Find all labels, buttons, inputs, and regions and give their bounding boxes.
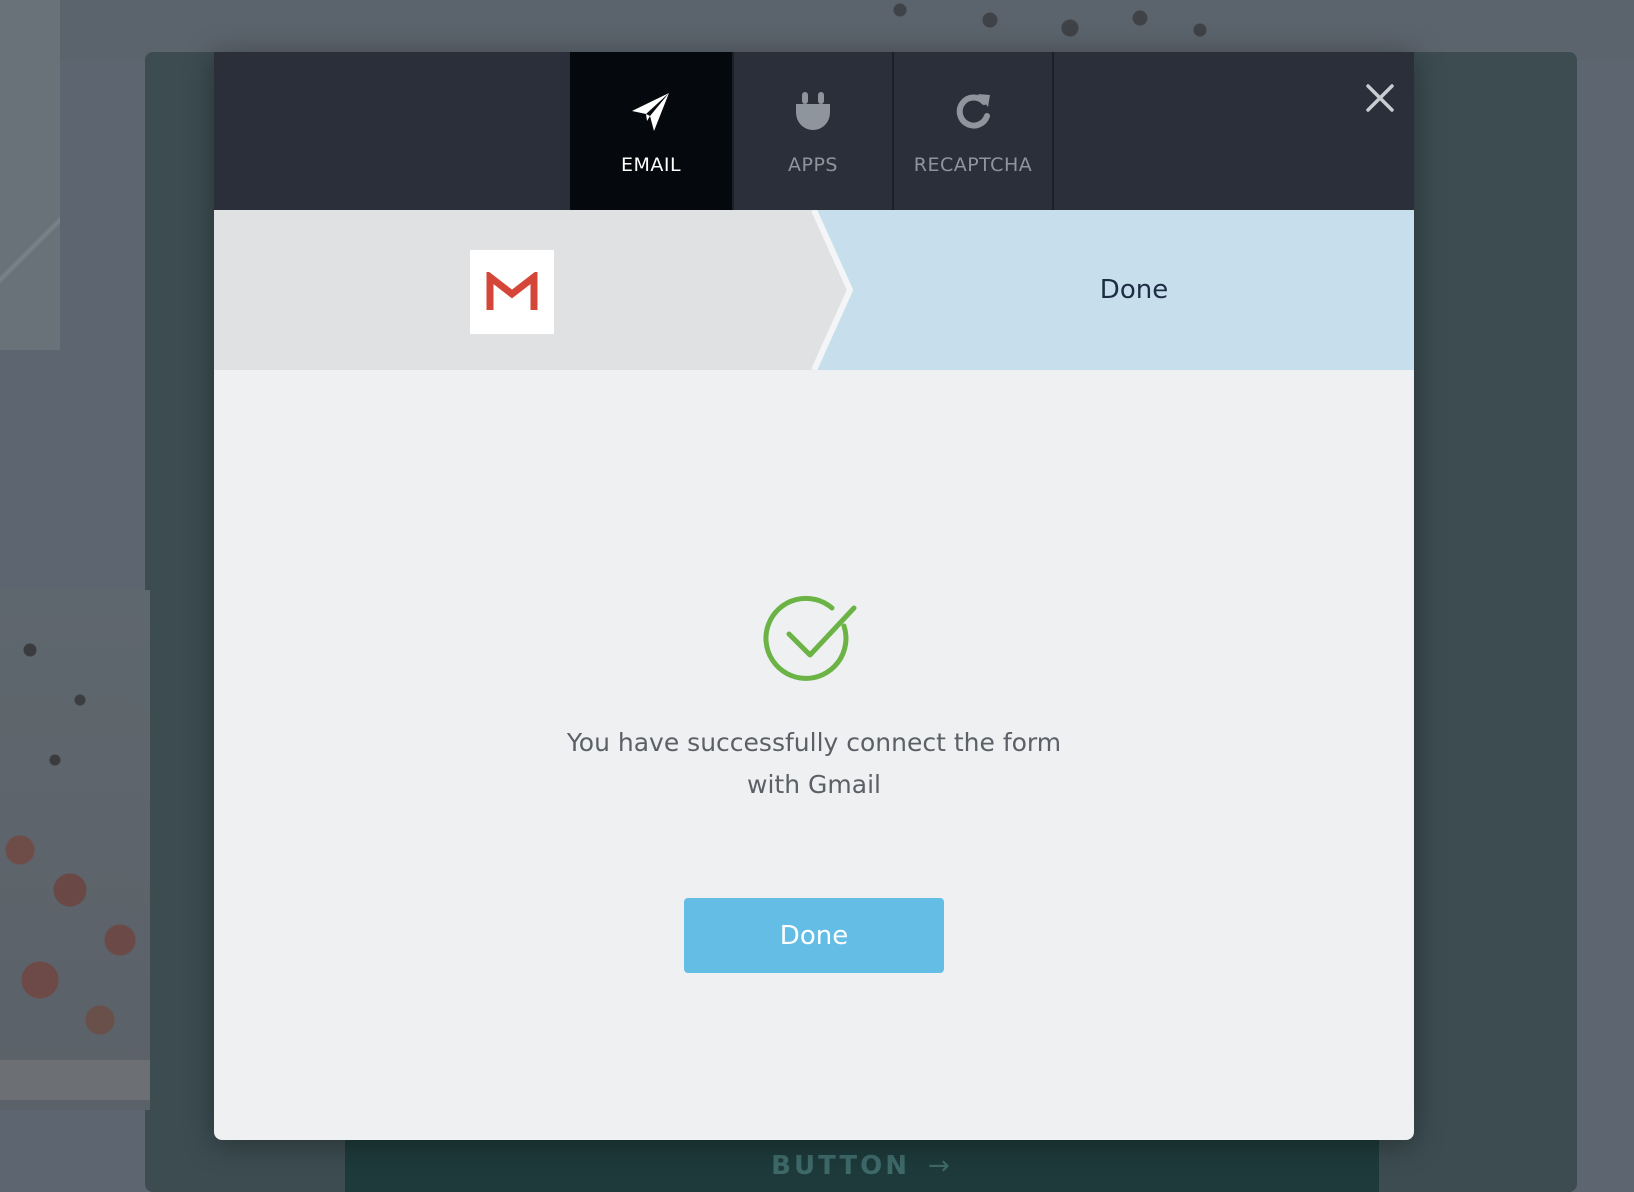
- tab-apps-label: APPS: [788, 154, 838, 176]
- plug-icon: [789, 88, 837, 136]
- background-header: [0, 0, 1634, 60]
- success-message: You have successfully connect the form w…: [566, 728, 1062, 799]
- background-button: BUTTON →: [345, 1140, 1379, 1192]
- success-panel: You have successfully connect the form w…: [214, 370, 1414, 1140]
- background-image-detail: [0, 150, 60, 350]
- tab-apps[interactable]: APPS: [734, 52, 894, 210]
- tab-recaptcha-label: RECAPTCHA: [913, 154, 1033, 176]
- modal-tab-bar: EMAIL APPS RECAPTCHA: [214, 52, 1414, 210]
- background-flower-image: [0, 590, 150, 1110]
- email-settings-modal: EMAIL APPS RECAPTCHA Done You have succe…: [214, 52, 1414, 1140]
- tab-email-label: EMAIL: [620, 154, 682, 176]
- step-indicator: Done: [214, 210, 1414, 370]
- close-button[interactable]: [1358, 76, 1402, 120]
- tab-email[interactable]: EMAIL: [570, 52, 734, 210]
- tab-recaptcha[interactable]: RECAPTCHA: [894, 52, 1054, 210]
- screen: BUTTON → EMAIL APPS RECAPTCHA Done You h…: [0, 0, 1634, 1192]
- close-icon: [1366, 84, 1394, 112]
- refresh-icon: [949, 88, 997, 136]
- background-button-label: BUTTON: [771, 1151, 911, 1181]
- arrow-right-icon: →: [928, 1151, 953, 1181]
- step-done-label: Done: [1099, 275, 1169, 305]
- check-circle-icon: [763, 595, 857, 681]
- step-gmail: [470, 250, 554, 334]
- gmail-logo: [486, 272, 538, 310]
- done-button[interactable]: Done: [684, 898, 944, 973]
- paper-plane-icon: [627, 88, 675, 136]
- step-chevron: [214, 210, 854, 370]
- background-flower-vase: [0, 1060, 150, 1100]
- background-flower-sprig: [840, 0, 1290, 52]
